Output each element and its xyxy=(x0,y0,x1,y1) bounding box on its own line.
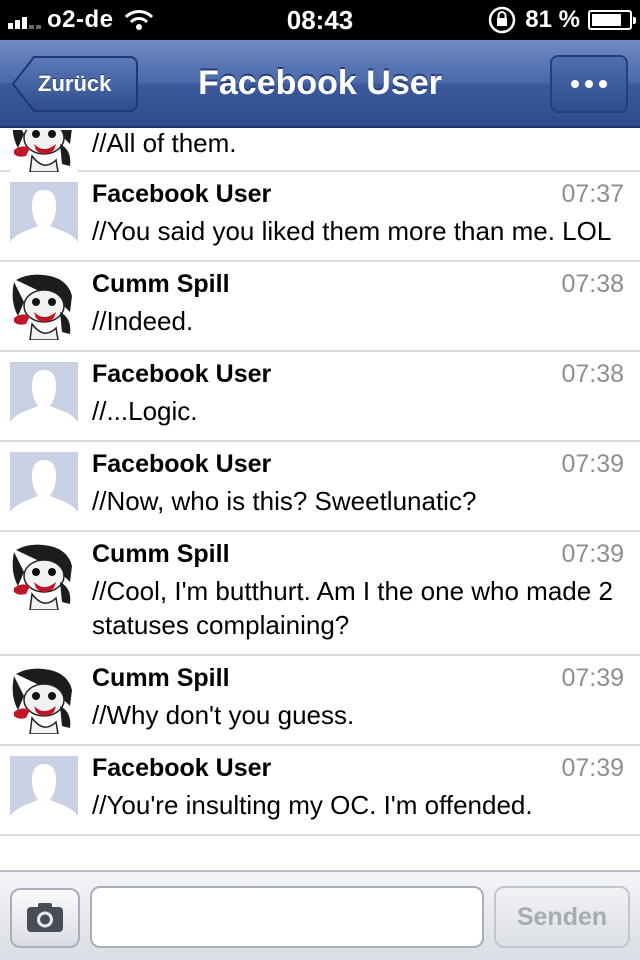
message-sender: Cumm Spill xyxy=(92,664,230,692)
camera-button[interactable] xyxy=(10,888,80,948)
message-text: //You said you liked them more than me. … xyxy=(92,216,612,246)
message-time: 07:39 xyxy=(561,754,624,782)
message-row[interactable]: Facebook User 07:39 //You're insulting my … xyxy=(0,746,640,836)
conversation-title: Facebook User xyxy=(198,64,442,102)
navigation-bar: Zurück Facebook User xyxy=(0,40,640,128)
message-row[interactable]: Cumm Spill 07:38 //Indeed. xyxy=(0,262,640,352)
status-bar-right: 81 % xyxy=(487,4,636,36)
battery-icon xyxy=(588,10,636,30)
message-text: //Now, who is this? Sweetlunatic? xyxy=(92,486,477,516)
message-list[interactable]: //All of them. Facebook User 07:37 //You sa… xyxy=(0,130,640,870)
user-avatar[interactable] xyxy=(10,666,78,734)
battery-percent: 81 % xyxy=(525,6,580,33)
message-text: //All of them. xyxy=(92,130,237,158)
more-options-button[interactable] xyxy=(550,55,628,113)
message-time: 07:38 xyxy=(561,360,624,388)
message-row[interactable]: Facebook User 07:38 //...Logic. xyxy=(0,352,640,442)
message-text: //Why don't you guess. xyxy=(92,700,355,730)
message-row[interactable]: Cumm Spill 07:39 //Cool, I'm butthurt. Am … xyxy=(0,532,640,656)
default-avatar-icon[interactable] xyxy=(10,452,78,520)
message-sender: Facebook User xyxy=(92,180,272,208)
status-bar: o2-de 08:43 81 % xyxy=(0,0,640,40)
message-sender: Facebook User xyxy=(92,754,272,782)
user-avatar[interactable] xyxy=(10,130,78,172)
message-time: 07:37 xyxy=(561,180,624,208)
back-button[interactable]: Zurück xyxy=(12,55,138,113)
rotation-lock-icon xyxy=(489,6,516,34)
user-avatar[interactable] xyxy=(10,542,78,610)
back-button-label: Zurück xyxy=(38,71,112,96)
message-sender: Facebook User xyxy=(92,450,272,478)
default-avatar-icon[interactable] xyxy=(10,756,78,824)
message-time: 07:38 xyxy=(561,270,624,298)
user-avatar[interactable] xyxy=(10,272,78,340)
message-sender: Facebook User xyxy=(92,360,272,388)
message-row[interactable]: Facebook User 07:37 //You said you liked t… xyxy=(0,172,640,262)
message-row[interactable]: //All of them. xyxy=(0,130,640,172)
battery-fill xyxy=(592,14,622,26)
ellipsis-icon xyxy=(571,80,579,88)
camera-icon xyxy=(27,903,63,932)
message-text: //Cool, I'm butthurt. Am I the one who m… xyxy=(92,576,613,640)
message-row[interactable]: Facebook User 07:39 //Now, who is this? Sw… xyxy=(0,442,640,532)
message-text: //...Logic. xyxy=(92,396,198,426)
message-time: 07:39 xyxy=(561,450,624,478)
message-time: 07:39 xyxy=(561,540,624,568)
message-row[interactable]: Cumm Spill 07:39 //Why don't you guess. xyxy=(0,656,640,746)
default-avatar-icon[interactable] xyxy=(10,362,78,430)
message-sender: Cumm Spill xyxy=(92,540,230,568)
default-avatar-icon[interactable] xyxy=(10,182,78,250)
message-text: //Indeed. xyxy=(92,306,194,336)
send-button[interactable]: Senden xyxy=(494,886,630,948)
message-text: //You're insulting my OC. I'm offended. xyxy=(92,790,533,820)
message-input[interactable] xyxy=(90,886,484,948)
message-sender: Cumm Spill xyxy=(92,270,230,298)
message-time: 07:39 xyxy=(561,664,624,692)
composer-bar: Senden xyxy=(0,870,640,960)
